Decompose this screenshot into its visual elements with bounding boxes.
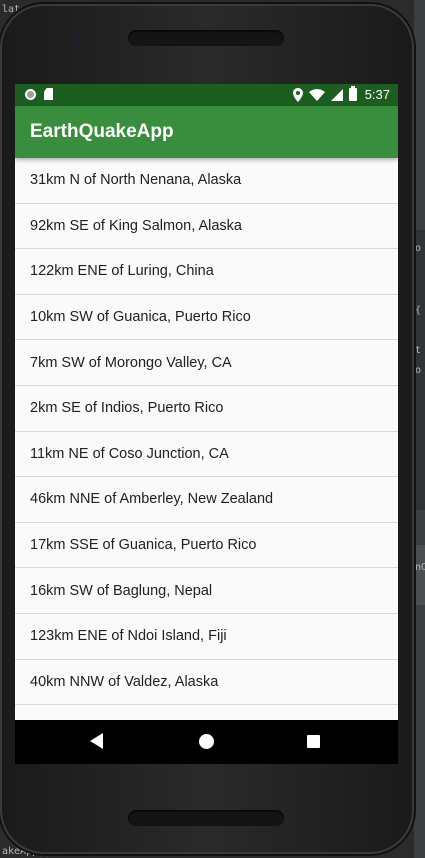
earthquake-list-item[interactable]: 2km SE of Indios, Puerto Rico — [15, 386, 398, 432]
earthquake-list-item[interactable]: 16km SW of Baglung, Nepal — [15, 568, 398, 614]
earthquake-location: 10km SW of Guanica, Puerto Rico — [30, 309, 251, 326]
status-time: 5:37 — [364, 87, 390, 102]
home-icon[interactable] — [199, 734, 214, 749]
earthquake-location: 46km NNE of Amberley, New Zealand — [30, 491, 274, 508]
earthquake-location: 2km SE of Indios, Puerto Rico — [30, 400, 224, 417]
signal-icon — [330, 88, 343, 101]
earthquake-list-item[interactable]: 11km NE of Coso Junction, CA — [15, 432, 398, 478]
earthquake-list-item[interactable]: 40km NNW of Valdez, Alaska — [15, 660, 398, 706]
earthquake-location: 17km SSE of Guanica, Puerto Rico — [30, 537, 257, 554]
earthquake-location: 16km SW of Baglung, Nepal — [30, 582, 213, 599]
sd-card-icon — [44, 88, 53, 100]
ide-snippet-1: o — [415, 243, 422, 254]
ide-snippet-5: nO — [415, 562, 425, 573]
ide-snippet-2: { — [415, 305, 422, 316]
battery-icon — [348, 86, 357, 101]
earthquake-list-item-partial[interactable] — [15, 705, 398, 720]
earthquake-list-item[interactable]: 122km ENE of Luring, China — [15, 249, 398, 295]
earthquake-location: 11km NE of Coso Junction, CA — [30, 445, 229, 462]
notification-circle-icon — [25, 88, 36, 100]
earthquake-list-item[interactable]: 7km SW of Morongo Valley, CA — [15, 340, 398, 386]
earthquake-list[interactable]: 31km N of North Nenana, Alaska 92km SE o… — [15, 158, 398, 720]
back-icon[interactable] — [90, 733, 103, 749]
earthquake-location: 40km NNW of Valdez, Alaska — [30, 673, 219, 690]
wifi-icon — [308, 88, 325, 101]
phone-screen: 5:37 EarthQuakeApp 31km N of North Nenan… — [15, 84, 398, 764]
app-title: EarthQuakeApp — [30, 121, 174, 142]
location-icon — [292, 87, 303, 102]
top-speaker-grille — [128, 30, 284, 46]
navigation-bar — [15, 720, 398, 764]
app-toolbar: EarthQuakeApp — [15, 106, 398, 158]
bottom-speaker-grille — [128, 810, 284, 826]
earthquake-location: 123km ENE of Ndoi Island, Fiji — [30, 628, 227, 645]
recents-icon[interactable] — [307, 735, 320, 748]
ide-right-gutter: o { t o nO — [414, 0, 425, 858]
earthquake-list-item[interactable]: 10km SW of Guanica, Puerto Rico — [15, 295, 398, 341]
earthquake-list-item[interactable]: 123km ENE of Ndoi Island, Fiji — [15, 614, 398, 660]
ide-snippet-4: o — [415, 365, 422, 376]
earthquake-location: 31km N of North Nenana, Alaska — [30, 172, 242, 189]
status-bar: 5:37 — [15, 84, 398, 106]
earthquake-list-item[interactable]: 46km NNE of Amberley, New Zealand — [15, 477, 398, 523]
earthquake-list-item[interactable]: 31km N of North Nenana, Alaska — [15, 158, 398, 204]
front-camera-icon — [70, 34, 80, 44]
earthquake-list-item[interactable]: 17km SSE of Guanica, Puerto Rico — [15, 523, 398, 569]
earthquake-location: 7km SW of Morongo Valley, CA — [30, 354, 232, 371]
ide-snippet-3: t — [415, 345, 422, 356]
earthquake-location: 122km ENE of Luring, China — [30, 263, 214, 280]
earthquake-list-item[interactable]: 92km SE of King Salmon, Alaska — [15, 204, 398, 250]
earthquake-location: 92km SE of King Salmon, Alaska — [30, 217, 242, 234]
